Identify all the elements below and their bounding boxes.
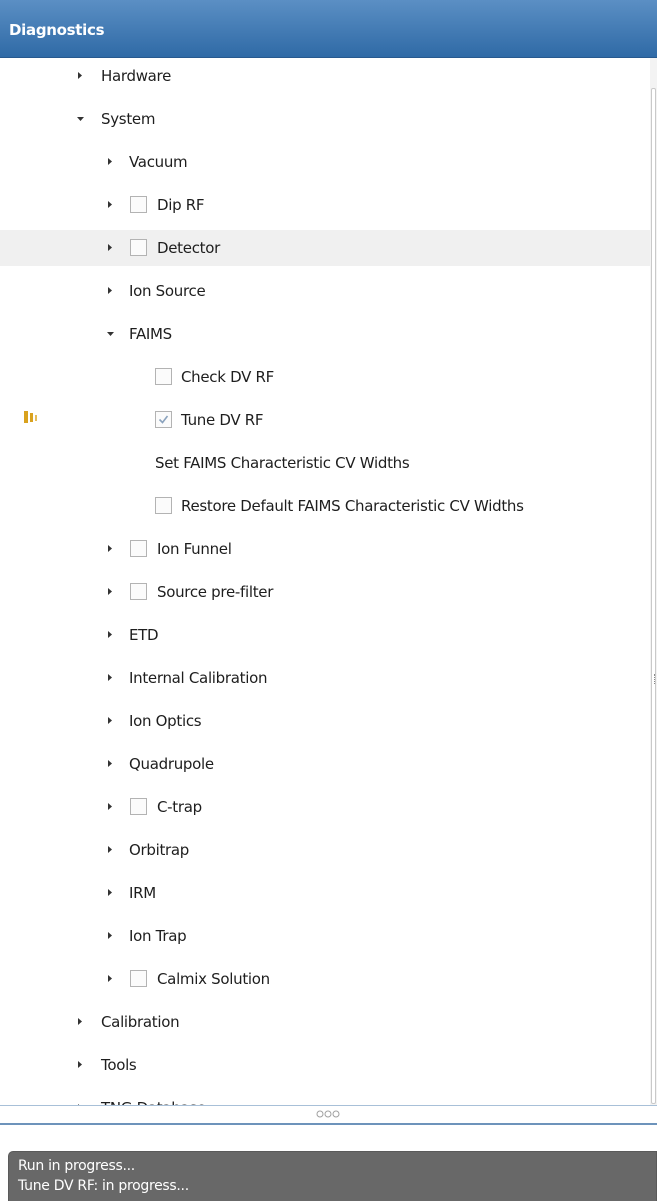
tree-item-calmix-solution[interactable]: Calmix Solution bbox=[0, 961, 650, 997]
tree-item-label: Dip RF bbox=[157, 196, 205, 214]
tree-item-label: TNG Database bbox=[101, 1090, 206, 1105]
expanded-arrow-icon[interactable] bbox=[106, 316, 116, 352]
tree-item-label: Set FAIMS Characteristic CV Widths bbox=[155, 454, 410, 472]
collapsed-arrow-icon[interactable] bbox=[106, 660, 116, 696]
checkbox[interactable] bbox=[155, 368, 172, 385]
checkbox[interactable] bbox=[130, 540, 147, 557]
diagnostics-tree: Hardware System Vacuum Dip RF Detector Ion So… bbox=[0, 58, 650, 1105]
collapsed-arrow-icon[interactable] bbox=[76, 1047, 86, 1083]
tree-item-ion-trap[interactable]: Ion Trap bbox=[0, 918, 650, 954]
tree-item-label: Restore Default FAIMS Characteristic CV … bbox=[181, 497, 524, 515]
tree-item-label: System bbox=[101, 110, 156, 128]
collapsed-arrow-icon[interactable] bbox=[106, 273, 116, 309]
tree-item-label: Ion Optics bbox=[129, 712, 202, 730]
checkbox[interactable] bbox=[130, 239, 147, 256]
status-console-box: Run in progress... Tune DV RF: in progre… bbox=[8, 1151, 657, 1201]
checkbox[interactable] bbox=[130, 798, 147, 815]
running-status-icon bbox=[24, 411, 37, 423]
tree-item-restore-default-faims-characteristic-cv-widths[interactable]: Restore Default FAIMS Characteristic CV … bbox=[0, 488, 650, 524]
tree-item-calibration[interactable]: Calibration bbox=[0, 1004, 650, 1040]
tree-item-internal-calibration[interactable]: Internal Calibration bbox=[0, 660, 650, 696]
tree-item-irm[interactable]: IRM bbox=[0, 875, 650, 911]
tree-item-label: Ion Funnel bbox=[157, 540, 232, 558]
tree-item-dip-rf[interactable]: Dip RF bbox=[0, 187, 650, 223]
tree-item-etd[interactable]: ETD bbox=[0, 617, 650, 653]
tree-item-ion-funnel[interactable]: Ion Funnel bbox=[0, 531, 650, 567]
scrollbar-grip-icon bbox=[654, 674, 656, 684]
collapsed-arrow-icon[interactable] bbox=[76, 58, 86, 94]
tree-item-ion-source[interactable]: Ion Source bbox=[0, 273, 650, 309]
tree-item-label: ETD bbox=[129, 626, 159, 644]
collapsed-arrow-icon[interactable] bbox=[106, 832, 116, 868]
collapsed-arrow-icon[interactable] bbox=[106, 961, 116, 997]
collapsed-arrow-icon[interactable] bbox=[106, 574, 116, 610]
collapsed-arrow-icon[interactable] bbox=[106, 531, 116, 567]
tree-item-quadrupole[interactable]: Quadrupole bbox=[0, 746, 650, 782]
tree-item-set-faims-characteristic-cv-widths[interactable]: Set FAIMS Characteristic CV Widths bbox=[0, 445, 650, 481]
tree-item-ion-optics[interactable]: Ion Optics bbox=[0, 703, 650, 739]
tree-item-label: Vacuum bbox=[129, 153, 188, 171]
tree-item-label: FAIMS bbox=[129, 325, 172, 343]
tree-item-label: Internal Calibration bbox=[129, 669, 268, 687]
tree-item-label: Calibration bbox=[101, 1013, 180, 1031]
tree-item-hardware[interactable]: Hardware bbox=[0, 58, 650, 94]
collapsed-arrow-icon[interactable] bbox=[106, 746, 116, 782]
tree-item-label: Detector bbox=[157, 239, 220, 257]
panel-header: Diagnostics bbox=[0, 0, 657, 58]
scrollbar-thumb[interactable] bbox=[651, 88, 656, 1104]
checkbox[interactable] bbox=[155, 497, 172, 514]
panel-title: Diagnostics bbox=[9, 21, 105, 39]
status-line-run: Run in progress... bbox=[18, 1158, 135, 1174]
collapsed-arrow-icon[interactable] bbox=[106, 617, 116, 653]
checkbox[interactable] bbox=[130, 970, 147, 987]
tree-item-detector[interactable]: Detector bbox=[0, 230, 650, 266]
tree-item-tune-dv-rf[interactable]: Tune DV RF bbox=[0, 402, 650, 438]
tree-item-label: Tune DV RF bbox=[181, 411, 264, 429]
collapsed-arrow-icon[interactable] bbox=[76, 1090, 86, 1105]
tree-item-label: Calmix Solution bbox=[157, 970, 270, 988]
tree-item-source-pre-filter[interactable]: Source pre-filter bbox=[0, 574, 650, 610]
tree-item-vacuum[interactable]: Vacuum bbox=[0, 144, 650, 180]
tree-item-label: Check DV RF bbox=[181, 368, 274, 386]
collapsed-arrow-icon[interactable] bbox=[106, 187, 116, 223]
collapsed-arrow-icon[interactable] bbox=[76, 1004, 86, 1040]
tree-item-faims[interactable]: FAIMS bbox=[0, 316, 650, 352]
tree-item-label: IRM bbox=[129, 884, 156, 902]
collapsed-arrow-icon[interactable] bbox=[106, 789, 116, 825]
tree-item-label: Ion Trap bbox=[129, 927, 187, 945]
splitter-grip-icon bbox=[316, 1110, 340, 1118]
tree-item-label: Quadrupole bbox=[129, 755, 214, 773]
tree-item-c-trap[interactable]: C-trap bbox=[0, 789, 650, 825]
status-console: Run in progress... Tune DV RF: in progre… bbox=[0, 1128, 657, 1201]
panel-splitter[interactable] bbox=[0, 1105, 657, 1125]
tree-item-label: Orbitrap bbox=[129, 841, 190, 859]
collapsed-arrow-icon[interactable] bbox=[106, 918, 116, 954]
tree-item-label: Ion Source bbox=[129, 282, 206, 300]
collapsed-arrow-icon[interactable] bbox=[106, 703, 116, 739]
tree-item-label: Tools bbox=[101, 1056, 137, 1074]
collapsed-arrow-icon[interactable] bbox=[106, 230, 116, 266]
tree-item-orbitrap[interactable]: Orbitrap bbox=[0, 832, 650, 868]
checkbox[interactable] bbox=[130, 583, 147, 600]
status-line-task: Tune DV RF: in progress... bbox=[18, 1178, 189, 1194]
tree-item-label: Source pre-filter bbox=[157, 583, 274, 601]
collapsed-arrow-icon[interactable] bbox=[106, 144, 116, 180]
tree-item-check-dv-rf[interactable]: Check DV RF bbox=[0, 359, 650, 395]
collapsed-arrow-icon[interactable] bbox=[106, 875, 116, 911]
tree-item-tools[interactable]: Tools bbox=[0, 1047, 650, 1083]
tree-item-label: C-trap bbox=[157, 798, 202, 816]
tree-item-tng-database[interactable]: TNG Database bbox=[0, 1090, 650, 1105]
checkbox-checked[interactable] bbox=[155, 411, 172, 428]
vertical-scrollbar[interactable] bbox=[650, 58, 657, 1105]
expanded-arrow-icon[interactable] bbox=[76, 101, 86, 137]
tree-item-system[interactable]: System bbox=[0, 101, 650, 137]
checkbox[interactable] bbox=[130, 196, 147, 213]
tree-item-label: Hardware bbox=[101, 67, 172, 85]
